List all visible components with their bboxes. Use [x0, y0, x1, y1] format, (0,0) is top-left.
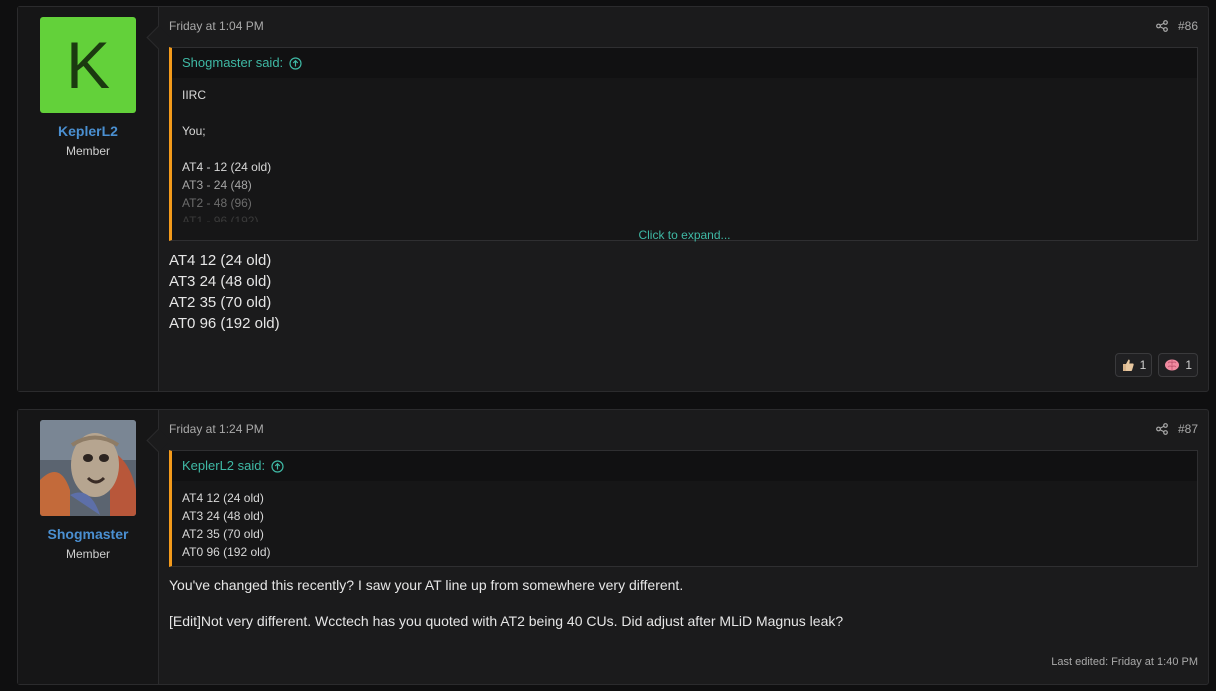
quote-body: AT4 12 (24 old) AT3 24 (48 old) AT2 35 (… [172, 481, 1197, 561]
quote-line: AT4 12 (24 old) [182, 491, 264, 505]
message-line: AT4 12 (24 old) [169, 252, 272, 269]
quote-line: AT2 35 (70 old) [182, 527, 264, 541]
post-date[interactable]: Friday at 1:04 PM [169, 19, 264, 33]
post-main: Friday at 1:24 PM #87 KeplerL2 said: AT4… [159, 410, 1208, 684]
message-line: AT2 35 (70 old) [169, 294, 272, 311]
reaction-thumbs-up[interactable]: 1 [1114, 353, 1153, 377]
message-line: AT3 24 (48 old) [169, 273, 272, 290]
user-title: Member [65, 144, 110, 158]
quote-block: Shogmaster said: IIRC You; AT4 - 12 (24 … [169, 47, 1198, 242]
reaction-count: 1 [1185, 358, 1192, 372]
avatar[interactable]: K [40, 17, 136, 113]
quote-author[interactable]: Shogmaster said: [182, 48, 283, 78]
last-edited: Last edited: Friday at 1:40 PM [1051, 656, 1198, 668]
quote-line: AT4 - 12 (24 old) [182, 160, 272, 174]
thumbs-up-icon [1121, 358, 1135, 372]
quote-block: KeplerL2 said: AT4 12 (24 old) AT3 24 (4… [169, 450, 1198, 567]
quote-line: AT1 - 96 (192) [182, 214, 259, 222]
post-main: Friday at 1:04 PM #86 Shogmaster said: I… [159, 7, 1208, 391]
post-87: Shogmaster Member Friday at 1:24 PM #87 … [17, 409, 1209, 685]
message-line: You've changed this recently? I saw your… [169, 577, 684, 593]
post-86: K KeplerL2 Member Friday at 1:04 PM #86 … [17, 6, 1209, 392]
post-actions: #87 [1156, 422, 1198, 436]
post-number-link[interactable]: #86 [1178, 19, 1198, 33]
reaction-bar: 1 1 [1114, 353, 1198, 377]
message-body: You've changed this recently? I saw your… [169, 576, 843, 630]
message-line: [Edit]Not very different. Wcctech has yo… [169, 613, 844, 629]
quote-header[interactable]: Shogmaster said: [172, 48, 1197, 78]
user-title: Member [65, 547, 110, 561]
post-number-link[interactable]: #87 [1178, 422, 1198, 436]
quote-line: AT0 96 (192 old) [182, 545, 271, 559]
quote-line: IIRC [182, 88, 206, 102]
quote-line: You; [182, 124, 206, 138]
message-line: AT0 96 (192 old) [169, 315, 280, 332]
go-to-quote-icon[interactable] [289, 56, 302, 70]
click-to-expand-link[interactable]: Click to expand... [172, 222, 1197, 248]
go-to-quote-icon[interactable] [271, 459, 284, 473]
share-icon[interactable] [1156, 423, 1168, 435]
username-link[interactable]: Shogmaster [18, 526, 158, 542]
quote-line: AT2 - 48 (96) [182, 196, 252, 210]
message-body: AT4 12 (24 old) AT3 24 (48 old) AT2 35 (… [169, 250, 280, 334]
quote-author[interactable]: KeplerL2 said: [182, 451, 265, 481]
username-link[interactable]: KeplerL2 [18, 123, 158, 139]
reaction-count: 1 [1139, 358, 1147, 372]
reaction-brain[interactable]: 1 [1158, 353, 1198, 377]
quote-line: AT3 - 24 (48) [182, 178, 252, 192]
brain-icon [1164, 358, 1180, 372]
quote-header[interactable]: KeplerL2 said: [172, 451, 1197, 481]
avatar[interactable] [40, 420, 136, 516]
quote-body: IIRC You; AT4 - 12 (24 old) AT3 - 24 (48… [172, 78, 1197, 222]
share-icon[interactable] [1156, 20, 1168, 32]
quote-line: AT3 24 (48 old) [182, 509, 264, 523]
user-cell: K KeplerL2 Member [18, 7, 171, 391]
post-actions: #86 [1156, 19, 1198, 33]
post-date[interactable]: Friday at 1:24 PM [169, 422, 264, 436]
user-cell: Shogmaster Member [18, 410, 171, 684]
